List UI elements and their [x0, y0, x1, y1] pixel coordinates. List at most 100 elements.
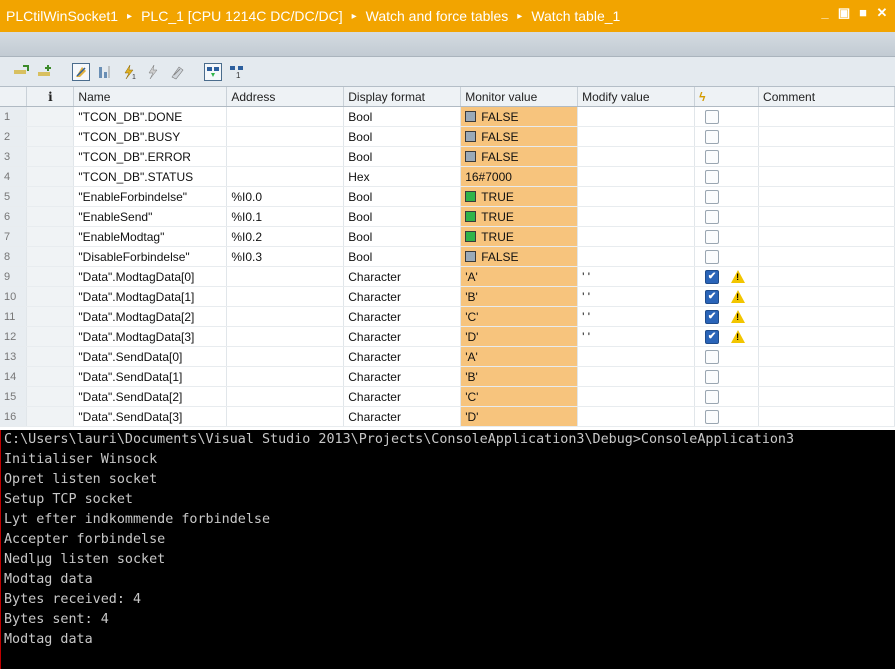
address-cell[interactable] — [226, 166, 345, 187]
display-format-cell[interactable]: Character — [343, 326, 462, 347]
address-cell[interactable] — [226, 406, 345, 427]
modify-checkbox[interactable]: ✔ — [705, 309, 720, 324]
modify-value-cell[interactable] — [577, 406, 696, 427]
table-row[interactable]: 7 "EnableModtag" %I0.2 Bool TRUE — [0, 226, 895, 247]
display-format-cell[interactable]: Bool — [343, 186, 462, 207]
display-format-cell[interactable]: Bool — [343, 106, 462, 127]
modify-value-cell[interactable] — [577, 246, 696, 267]
address-cell[interactable] — [226, 306, 345, 327]
minimize-icon[interactable]: _ — [818, 6, 832, 20]
table-row[interactable]: 1 "TCON_DB".DONE Bool FALSE — [0, 106, 895, 127]
display-format-cell[interactable]: Character — [343, 306, 462, 327]
table-row[interactable]: 12 "Data".ModtagData[3] Character 'D' ' ' ✔! — [0, 326, 895, 347]
address-cell[interactable] — [226, 286, 345, 307]
breadcrumb-watch-table[interactable]: Watch table_1 — [531, 8, 620, 24]
comment-cell[interactable] — [758, 306, 895, 327]
table-row[interactable]: 3 "TCON_DB".ERROR Bool FALSE — [0, 146, 895, 167]
comment-cell[interactable] — [758, 166, 895, 187]
address-cell[interactable]: %I0.1 — [226, 206, 345, 227]
maximize-icon[interactable]: ■ — [856, 6, 870, 20]
force-all-icon[interactable] — [168, 63, 186, 81]
modify-checkbox[interactable] — [705, 209, 720, 224]
table-row[interactable]: 13 "Data".SendData[0] Character 'A' — [0, 346, 895, 367]
address-cell[interactable] — [226, 326, 345, 347]
address-cell[interactable] — [226, 146, 345, 167]
display-format-cell[interactable]: Bool — [343, 146, 462, 167]
tag-name-cell[interactable]: "EnableForbindelse" — [73, 186, 228, 207]
comment-cell[interactable] — [758, 126, 895, 147]
table-row[interactable]: 14 "Data".SendData[1] Character 'B' — [0, 366, 895, 387]
tag-name-cell[interactable]: "EnableModtag" — [73, 226, 228, 247]
modify-value-cell[interactable] — [577, 186, 696, 207]
add-row-icon[interactable] — [36, 63, 54, 81]
modify-checkbox[interactable] — [705, 129, 720, 144]
display-format-cell[interactable]: Bool — [343, 206, 462, 227]
modify-value-icon[interactable] — [96, 63, 114, 81]
tag-name-cell[interactable]: "Data".ModtagData[3] — [73, 326, 228, 347]
stop-force-icon[interactable] — [144, 63, 162, 81]
modify-value-cell[interactable] — [577, 346, 696, 367]
tag-name-cell[interactable]: "Data".ModtagData[0] — [73, 266, 228, 287]
name-column-header[interactable]: Name — [73, 87, 228, 107]
table-row[interactable]: 2 "TCON_DB".BUSY Bool FALSE — [0, 126, 895, 147]
breadcrumb-watch-force-tables[interactable]: Watch and force tables — [366, 8, 509, 24]
comment-cell[interactable] — [758, 326, 895, 347]
address-cell[interactable] — [226, 106, 345, 127]
modify-checkbox[interactable] — [705, 369, 720, 384]
comment-cell[interactable] — [758, 386, 895, 407]
display-format-cell[interactable]: Bool — [343, 246, 462, 267]
modify-checkbox[interactable] — [705, 109, 720, 124]
tag-name-cell[interactable]: "TCON_DB".DONE — [73, 106, 228, 127]
display-format-cell[interactable]: Character — [343, 286, 462, 307]
tag-name-cell[interactable]: "EnableSend" — [73, 206, 228, 227]
monitor-value-icon[interactable] — [72, 62, 90, 81]
modify-value-cell[interactable] — [577, 386, 696, 407]
address-cell[interactable]: %I0.3 — [226, 246, 345, 267]
table-row[interactable]: 5 "EnableForbindelse" %I0.0 Bool TRUE — [0, 186, 895, 207]
modify-checkbox[interactable] — [705, 189, 720, 204]
tag-name-cell[interactable]: "TCON_DB".STATUS — [73, 166, 228, 187]
comment-cell[interactable] — [758, 366, 895, 387]
table-row[interactable]: 6 "EnableSend" %I0.1 Bool TRUE — [0, 206, 895, 227]
breadcrumb-plc[interactable]: PLC_1 [CPU 1214C DC/DC/DC] — [141, 8, 343, 24]
tag-name-cell[interactable]: "DisableForbindelse" — [73, 246, 228, 267]
insert-row-icon[interactable] — [12, 63, 30, 81]
modify-checkbox[interactable] — [705, 169, 720, 184]
comment-cell[interactable] — [758, 146, 895, 167]
address-cell[interactable]: %I0.0 — [226, 186, 345, 207]
display-format-cell[interactable]: Character — [343, 346, 462, 367]
console-window[interactable]: C:\Users\lauri\Documents\Visual Studio 2… — [0, 430, 895, 669]
address-column-header[interactable]: Address — [226, 87, 345, 107]
address-cell[interactable] — [226, 126, 345, 147]
table-row[interactable]: 4 "TCON_DB".STATUS Hex 16#7000 — [0, 166, 895, 187]
address-cell[interactable] — [226, 386, 345, 407]
table-row[interactable]: 16 "Data".SendData[3] Character 'D' — [0, 406, 895, 427]
modify-value-cell[interactable] — [577, 126, 696, 147]
float-icon[interactable]: ▣ — [837, 6, 851, 20]
address-cell[interactable] — [226, 346, 345, 367]
display-format-cell[interactable]: Character — [343, 386, 462, 407]
address-cell[interactable] — [226, 266, 345, 287]
table-row[interactable]: 8 "DisableForbindelse" %I0.3 Bool FALSE — [0, 246, 895, 267]
modify-value-cell[interactable] — [577, 226, 696, 247]
tag-name-cell[interactable]: "Data".SendData[1] — [73, 366, 228, 387]
comment-cell[interactable] — [758, 106, 895, 127]
table-row[interactable]: 15 "Data".SendData[2] Character 'C' — [0, 386, 895, 407]
modify-checkbox[interactable]: ✔ — [705, 269, 720, 284]
table-row[interactable]: 10 "Data".ModtagData[1] Character 'B' ' ' ✔! — [0, 286, 895, 307]
comment-cell[interactable] — [758, 206, 895, 227]
display-format-cell[interactable]: Character — [343, 366, 462, 387]
display-format-cell[interactable]: Hex — [343, 166, 462, 187]
force-column-header-icon[interactable]: ϟ — [694, 87, 760, 107]
tag-name-cell[interactable]: "Data".SendData[3] — [73, 406, 228, 427]
tag-name-cell[interactable]: "Data".ModtagData[1] — [73, 286, 228, 307]
comment-column-header[interactable]: Comment — [758, 87, 895, 107]
tag-name-cell[interactable]: "Data".SendData[0] — [73, 346, 228, 367]
breadcrumb-project[interactable]: PLCtilWinSocket1 — [6, 8, 118, 24]
table-row[interactable]: 9 "Data".ModtagData[0] Character 'A' ' ' ✔! — [0, 266, 895, 287]
address-cell[interactable] — [226, 366, 345, 387]
tag-name-cell[interactable]: "TCON_DB".ERROR — [73, 146, 228, 167]
tag-name-cell[interactable]: "TCON_DB".BUSY — [73, 126, 228, 147]
comment-cell[interactable] — [758, 286, 895, 307]
comment-cell[interactable] — [758, 266, 895, 287]
